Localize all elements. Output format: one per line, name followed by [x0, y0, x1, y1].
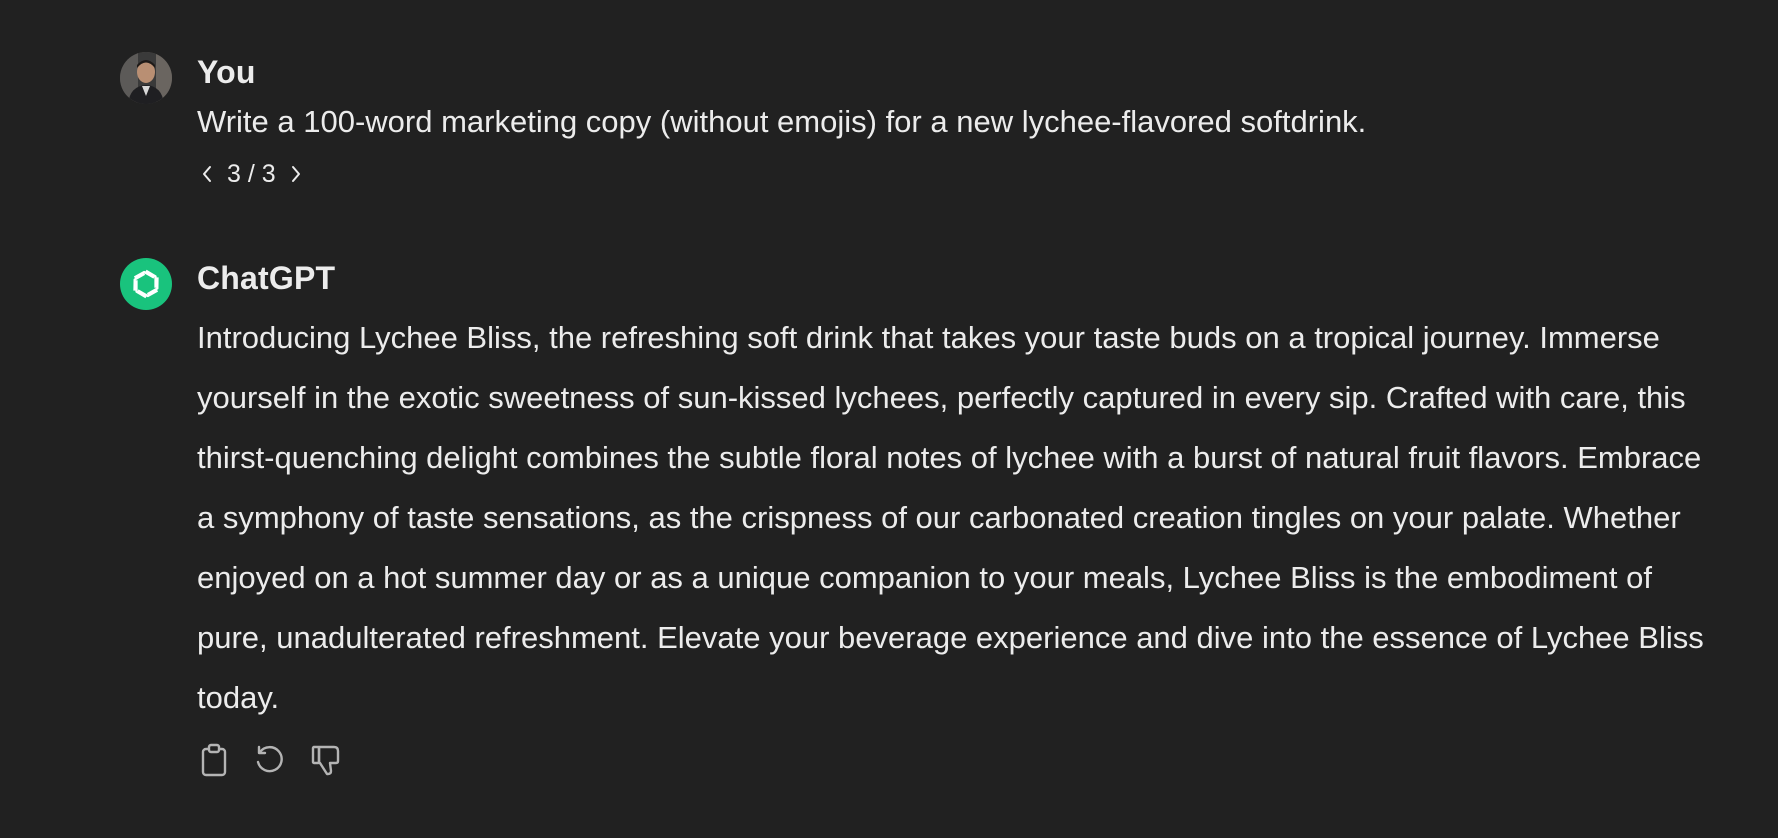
clipboard-icon[interactable] [197, 742, 231, 778]
message-actions [197, 742, 1718, 778]
assistant-author-name: ChatGPT [197, 260, 336, 296]
pager-label: 3 / 3 [227, 159, 276, 188]
assistant-response-text: Introducing Lychee Bliss, the refreshing… [197, 320, 1704, 715]
chevron-right-icon[interactable] [286, 162, 306, 186]
regenerate-icon[interactable] [253, 742, 287, 778]
user-prompt-text: Write a 100-word marketing copy (without… [197, 104, 1367, 139]
assistant-avatar [120, 258, 172, 310]
user-photo-avatar-icon [120, 52, 172, 104]
response-pager: 3 / 3 [197, 158, 1718, 190]
openai-logo-icon [133, 269, 159, 299]
thumbs-down-icon[interactable] [309, 742, 343, 778]
user-avatar [120, 52, 172, 104]
chevron-left-icon[interactable] [197, 162, 217, 186]
user-author-name: You [197, 54, 256, 90]
